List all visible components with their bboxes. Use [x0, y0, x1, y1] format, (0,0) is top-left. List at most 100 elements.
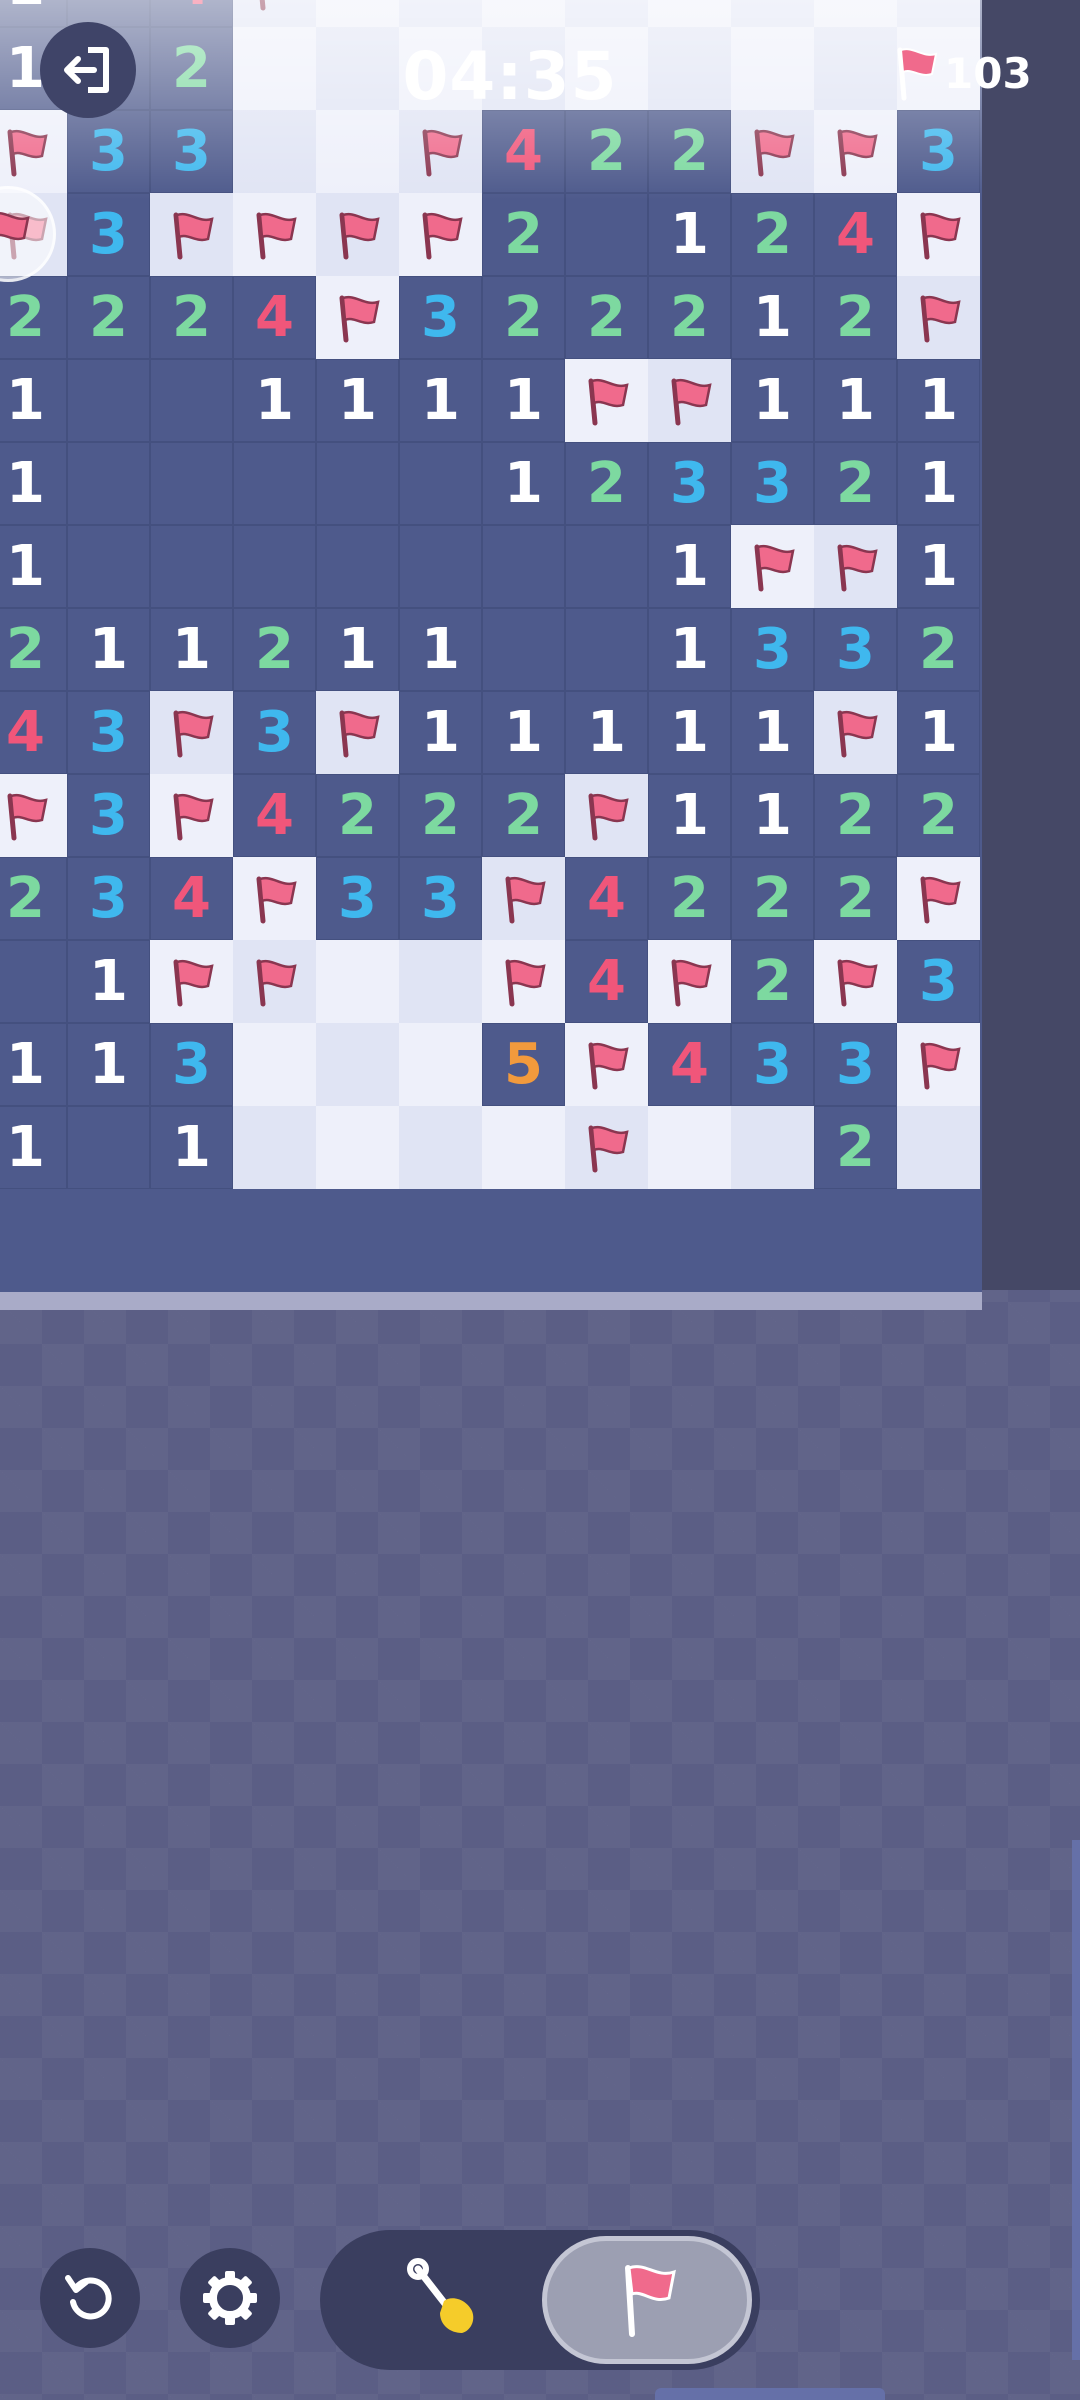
- number-cell[interactable]: 3: [67, 110, 150, 193]
- number-cell[interactable]: 1: [731, 774, 814, 857]
- number-cell[interactable]: 4: [233, 276, 316, 359]
- hidden-cell[interactable]: [399, 1106, 482, 1189]
- empty-cell[interactable]: [565, 193, 648, 276]
- flagged-cell[interactable]: [316, 691, 399, 774]
- number-cell[interactable]: 1: [482, 442, 565, 525]
- empty-cell[interactable]: [482, 525, 565, 608]
- flagged-cell[interactable]: [482, 940, 565, 1023]
- number-cell[interactable]: 2: [648, 276, 731, 359]
- number-cell[interactable]: 1: [67, 940, 150, 1023]
- number-cell[interactable]: 2: [0, 276, 67, 359]
- number-cell[interactable]: 1: [731, 359, 814, 442]
- number-cell[interactable]: 4: [648, 1023, 731, 1106]
- hidden-cell[interactable]: [648, 1106, 731, 1189]
- number-cell[interactable]: 1: [67, 608, 150, 691]
- number-cell[interactable]: 1: [897, 525, 980, 608]
- hidden-cell[interactable]: [814, 0, 897, 27]
- number-cell[interactable]: 3: [150, 1023, 233, 1106]
- number-cell[interactable]: 1: [482, 359, 565, 442]
- flagged-cell[interactable]: [897, 276, 980, 359]
- flagged-cell[interactable]: [316, 276, 399, 359]
- number-cell[interactable]: 3: [814, 608, 897, 691]
- number-cell[interactable]: 1: [0, 0, 67, 27]
- flagged-cell[interactable]: [897, 193, 980, 276]
- number-cell[interactable]: 2: [150, 276, 233, 359]
- hidden-cell[interactable]: [316, 0, 399, 27]
- number-cell[interactable]: 2: [565, 442, 648, 525]
- number-cell[interactable]: 4: [233, 774, 316, 857]
- number-cell[interactable]: 2: [0, 857, 67, 940]
- number-cell[interactable]: 1: [565, 691, 648, 774]
- flagged-cell[interactable]: [565, 1106, 648, 1189]
- empty-cell[interactable]: [316, 442, 399, 525]
- number-cell[interactable]: 2: [897, 774, 980, 857]
- flagged-cell[interactable]: [233, 0, 316, 27]
- hidden-cell[interactable]: [233, 1023, 316, 1106]
- flagged-cell[interactable]: [150, 691, 233, 774]
- number-cell[interactable]: 2: [731, 940, 814, 1023]
- number-cell[interactable]: 1: [482, 691, 565, 774]
- flagged-cell[interactable]: [399, 193, 482, 276]
- number-cell[interactable]: 1: [316, 608, 399, 691]
- number-cell[interactable]: 2: [897, 608, 980, 691]
- number-cell[interactable]: 4: [814, 193, 897, 276]
- number-cell[interactable]: 3: [399, 857, 482, 940]
- flagged-cell[interactable]: [814, 525, 897, 608]
- number-cell[interactable]: 2: [814, 442, 897, 525]
- number-cell[interactable]: 3: [731, 1023, 814, 1106]
- flagged-cell[interactable]: [150, 940, 233, 1023]
- hidden-cell[interactable]: [316, 1023, 399, 1106]
- number-cell[interactable]: 2: [814, 1106, 897, 1189]
- number-cell[interactable]: 1: [648, 691, 731, 774]
- flagged-cell[interactable]: [814, 110, 897, 193]
- number-cell[interactable]: 1: [648, 193, 731, 276]
- number-cell[interactable]: 3: [731, 442, 814, 525]
- flagged-cell[interactable]: [150, 193, 233, 276]
- flagged-cell[interactable]: [565, 774, 648, 857]
- number-cell[interactable]: 4: [150, 857, 233, 940]
- number-cell[interactable]: 1: [0, 1023, 67, 1106]
- empty-cell[interactable]: [233, 525, 316, 608]
- number-cell[interactable]: 1: [0, 442, 67, 525]
- number-cell[interactable]: 2: [67, 276, 150, 359]
- number-cell[interactable]: 3: [67, 774, 150, 857]
- number-cell[interactable]: 2: [482, 276, 565, 359]
- hidden-cell[interactable]: [316, 940, 399, 1023]
- flagged-cell[interactable]: [565, 359, 648, 442]
- number-cell[interactable]: 1: [897, 442, 980, 525]
- hidden-cell[interactable]: [565, 0, 648, 27]
- restart-button[interactable]: [40, 2248, 140, 2348]
- number-cell[interactable]: 3: [399, 276, 482, 359]
- hidden-cell[interactable]: [897, 0, 980, 27]
- number-cell[interactable]: 2: [482, 774, 565, 857]
- flagged-cell[interactable]: [482, 857, 565, 940]
- number-cell[interactable]: 4: [150, 0, 233, 27]
- number-cell[interactable]: 4: [565, 857, 648, 940]
- number-cell[interactable]: 3: [897, 940, 980, 1023]
- mode-toggle[interactable]: [320, 2230, 760, 2370]
- number-cell[interactable]: 3: [731, 608, 814, 691]
- number-cell[interactable]: 2: [316, 774, 399, 857]
- number-cell[interactable]: 2: [565, 276, 648, 359]
- number-cell[interactable]: 1: [0, 525, 67, 608]
- flagged-cell[interactable]: [814, 940, 897, 1023]
- hidden-cell[interactable]: [897, 1106, 980, 1189]
- number-cell[interactable]: 1: [648, 525, 731, 608]
- number-cell[interactable]: 1: [0, 359, 67, 442]
- empty-cell[interactable]: [0, 940, 67, 1023]
- empty-cell[interactable]: [67, 442, 150, 525]
- number-cell[interactable]: 3: [814, 1023, 897, 1106]
- flagged-cell[interactable]: [233, 940, 316, 1023]
- number-cell[interactable]: 1: [0, 1106, 67, 1189]
- hidden-cell[interactable]: [731, 0, 814, 27]
- number-cell[interactable]: 2: [233, 608, 316, 691]
- flagged-cell[interactable]: [150, 774, 233, 857]
- number-cell[interactable]: 4: [565, 940, 648, 1023]
- flagged-cell[interactable]: [0, 110, 67, 193]
- empty-cell[interactable]: [565, 525, 648, 608]
- number-cell[interactable]: 5: [482, 1023, 565, 1106]
- settings-button[interactable]: [180, 2248, 280, 2348]
- number-cell[interactable]: 1: [648, 774, 731, 857]
- empty-cell[interactable]: [67, 525, 150, 608]
- flagged-cell[interactable]: [731, 110, 814, 193]
